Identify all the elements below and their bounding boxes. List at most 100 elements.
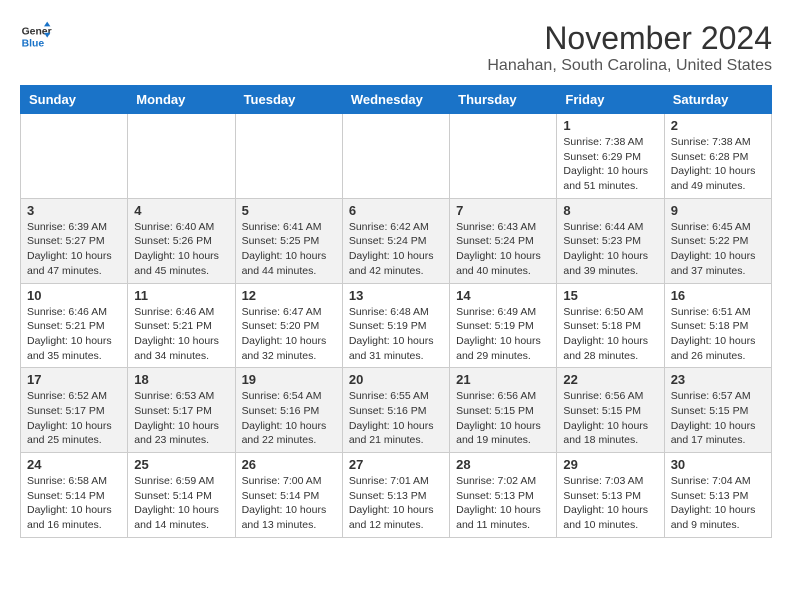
cell-daylight-info: Sunrise: 6:59 AM Sunset: 5:14 PM Dayligh… [134,474,228,533]
cell-day-number: 3 [27,203,121,218]
cell-day-number: 14 [456,288,550,303]
cell-day-number: 22 [563,372,657,387]
cell-day-number: 4 [134,203,228,218]
table-row: 13 Sunrise: 6:48 AM Sunset: 5:19 PM Dayli… [342,283,449,368]
table-row: 12 Sunrise: 6:47 AM Sunset: 5:20 PM Dayli… [235,283,342,368]
cell-day-number: 28 [456,457,550,472]
cell-day-number: 5 [242,203,336,218]
calendar-row: 10 Sunrise: 6:46 AM Sunset: 5:21 PM Dayli… [21,283,772,368]
cell-daylight-info: Sunrise: 6:42 AM Sunset: 5:24 PM Dayligh… [349,220,443,279]
table-row: 28 Sunrise: 7:02 AM Sunset: 5:13 PM Dayli… [450,453,557,538]
table-row: 27 Sunrise: 7:01 AM Sunset: 5:13 PM Dayli… [342,453,449,538]
cell-day-number: 26 [242,457,336,472]
cell-daylight-info: Sunrise: 6:57 AM Sunset: 5:15 PM Dayligh… [671,389,765,448]
table-row: 10 Sunrise: 6:46 AM Sunset: 5:21 PM Dayli… [21,283,128,368]
table-row [450,114,557,199]
header-saturday: Saturday [664,86,771,114]
table-row: 16Sunrise: 6:51 AM Sunset: 5:18 PM Dayli… [664,283,771,368]
cell-day-number: 18 [134,372,228,387]
table-row: 20Sunrise: 6:55 AM Sunset: 5:16 PM Dayli… [342,368,449,453]
title-section: November 2024 Hanahan, South Carolina, U… [487,20,772,75]
cell-daylight-info: Sunrise: 6:56 AM Sunset: 5:15 PM Dayligh… [563,389,657,448]
cell-day-number: 13 [349,288,443,303]
table-row: 2 Sunrise: 7:38 AM Sunset: 6:28 PM Daylig… [664,114,771,199]
cell-daylight-info: Sunrise: 6:54 AM Sunset: 5:16 PM Dayligh… [242,389,336,448]
cell-daylight-info: Sunrise: 6:49 AM Sunset: 5:19 PM Dayligh… [456,305,550,364]
cell-daylight-info: Sunrise: 6:43 AM Sunset: 5:24 PM Dayligh… [456,220,550,279]
header-monday: Monday [128,86,235,114]
calendar-table: Sunday Monday Tuesday Wednesday Thursday… [20,85,772,538]
table-row [342,114,449,199]
cell-day-number: 27 [349,457,443,472]
cell-day-number: 8 [563,203,657,218]
calendar-row: 24 Sunrise: 6:58 AM Sunset: 5:14 PM Dayli… [21,453,772,538]
table-row: 7 Sunrise: 6:43 AM Sunset: 5:24 PM Daylig… [450,198,557,283]
calendar-row: 1Sunrise: 7:38 AM Sunset: 6:29 PM Daylig… [21,114,772,199]
cell-day-number: 2 [671,118,765,133]
calendar-row: 3 Sunrise: 6:39 AM Sunset: 5:27 PM Daylig… [21,198,772,283]
table-row: 8 Sunrise: 6:44 AM Sunset: 5:23 PM Daylig… [557,198,664,283]
cell-daylight-info: Sunrise: 6:41 AM Sunset: 5:25 PM Dayligh… [242,220,336,279]
table-row: 30 Sunrise: 7:04 AM Sunset: 5:13 PM Dayli… [664,453,771,538]
cell-daylight-info: Sunrise: 6:52 AM Sunset: 5:17 PM Dayligh… [27,389,121,448]
cell-daylight-info: Sunrise: 6:51 AM Sunset: 5:18 PM Dayligh… [671,305,765,364]
cell-daylight-info: Sunrise: 6:55 AM Sunset: 5:16 PM Dayligh… [349,389,443,448]
cell-day-number: 23 [671,372,765,387]
table-row: 26 Sunrise: 7:00 AM Sunset: 5:14 PM Dayli… [235,453,342,538]
cell-daylight-info: Sunrise: 6:56 AM Sunset: 5:15 PM Dayligh… [456,389,550,448]
calendar-row: 17 Sunrise: 6:52 AM Sunset: 5:17 PM Dayli… [21,368,772,453]
cell-daylight-info: Sunrise: 6:39 AM Sunset: 5:27 PM Dayligh… [27,220,121,279]
table-row: 24 Sunrise: 6:58 AM Sunset: 5:14 PM Dayli… [21,453,128,538]
cell-daylight-info: Sunrise: 7:03 AM Sunset: 5:13 PM Dayligh… [563,474,657,533]
table-row: 3 Sunrise: 6:39 AM Sunset: 5:27 PM Daylig… [21,198,128,283]
table-row: 15 Sunrise: 6:50 AM Sunset: 5:18 PM Dayli… [557,283,664,368]
table-row: 19Sunrise: 6:54 AM Sunset: 5:16 PM Dayli… [235,368,342,453]
cell-day-number: 10 [27,288,121,303]
location-subtitle: Hanahan, South Carolina, United States [487,57,772,75]
cell-daylight-info: Sunrise: 6:46 AM Sunset: 5:21 PM Dayligh… [134,305,228,364]
header-tuesday: Tuesday [235,86,342,114]
cell-day-number: 24 [27,457,121,472]
cell-daylight-info: Sunrise: 7:00 AM Sunset: 5:14 PM Dayligh… [242,474,336,533]
cell-day-number: 15 [563,288,657,303]
cell-daylight-info: Sunrise: 6:47 AM Sunset: 5:20 PM Dayligh… [242,305,336,364]
cell-daylight-info: Sunrise: 7:02 AM Sunset: 5:13 PM Dayligh… [456,474,550,533]
cell-daylight-info: Sunrise: 7:01 AM Sunset: 5:13 PM Dayligh… [349,474,443,533]
cell-daylight-info: Sunrise: 7:38 AM Sunset: 6:28 PM Dayligh… [671,135,765,194]
cell-daylight-info: Sunrise: 7:04 AM Sunset: 5:13 PM Dayligh… [671,474,765,533]
table-row: 5 Sunrise: 6:41 AM Sunset: 5:25 PM Daylig… [235,198,342,283]
table-row: 1Sunrise: 7:38 AM Sunset: 6:29 PM Daylig… [557,114,664,199]
table-row: 11 Sunrise: 6:46 AM Sunset: 5:21 PM Dayli… [128,283,235,368]
cell-daylight-info: Sunrise: 6:48 AM Sunset: 5:19 PM Dayligh… [349,305,443,364]
header-friday: Friday [557,86,664,114]
cell-day-number: 29 [563,457,657,472]
cell-daylight-info: Sunrise: 6:45 AM Sunset: 5:22 PM Dayligh… [671,220,765,279]
logo-icon: General Blue [20,20,52,52]
cell-daylight-info: Sunrise: 6:53 AM Sunset: 5:17 PM Dayligh… [134,389,228,448]
cell-daylight-info: Sunrise: 6:40 AM Sunset: 5:26 PM Dayligh… [134,220,228,279]
cell-day-number: 7 [456,203,550,218]
table-row: 9 Sunrise: 6:45 AM Sunset: 5:22 PM Daylig… [664,198,771,283]
cell-daylight-info: Sunrise: 6:50 AM Sunset: 5:18 PM Dayligh… [563,305,657,364]
table-row: 22 Sunrise: 6:56 AM Sunset: 5:15 PM Dayli… [557,368,664,453]
table-row: 21 Sunrise: 6:56 AM Sunset: 5:15 PM Dayli… [450,368,557,453]
cell-day-number: 30 [671,457,765,472]
cell-day-number: 17 [27,372,121,387]
cell-day-number: 21 [456,372,550,387]
cell-day-number: 6 [349,203,443,218]
cell-daylight-info: Sunrise: 6:58 AM Sunset: 5:14 PM Dayligh… [27,474,121,533]
table-row: 29 Sunrise: 7:03 AM Sunset: 5:13 PM Dayli… [557,453,664,538]
cell-daylight-info: Sunrise: 6:44 AM Sunset: 5:23 PM Dayligh… [563,220,657,279]
cell-day-number: 12 [242,288,336,303]
header-sunday: Sunday [21,86,128,114]
table-row: 23 Sunrise: 6:57 AM Sunset: 5:15 PM Dayli… [664,368,771,453]
table-row [128,114,235,199]
month-year-title: November 2024 [487,20,772,57]
table-row: 18 Sunrise: 6:53 AM Sunset: 5:17 PM Dayli… [128,368,235,453]
cell-day-number: 9 [671,203,765,218]
cell-day-number: 11 [134,288,228,303]
logo: General Blue [20,20,52,52]
header-wednesday: Wednesday [342,86,449,114]
cell-daylight-info: Sunrise: 6:46 AM Sunset: 5:21 PM Dayligh… [27,305,121,364]
table-row: 14 Sunrise: 6:49 AM Sunset: 5:19 PM Dayli… [450,283,557,368]
